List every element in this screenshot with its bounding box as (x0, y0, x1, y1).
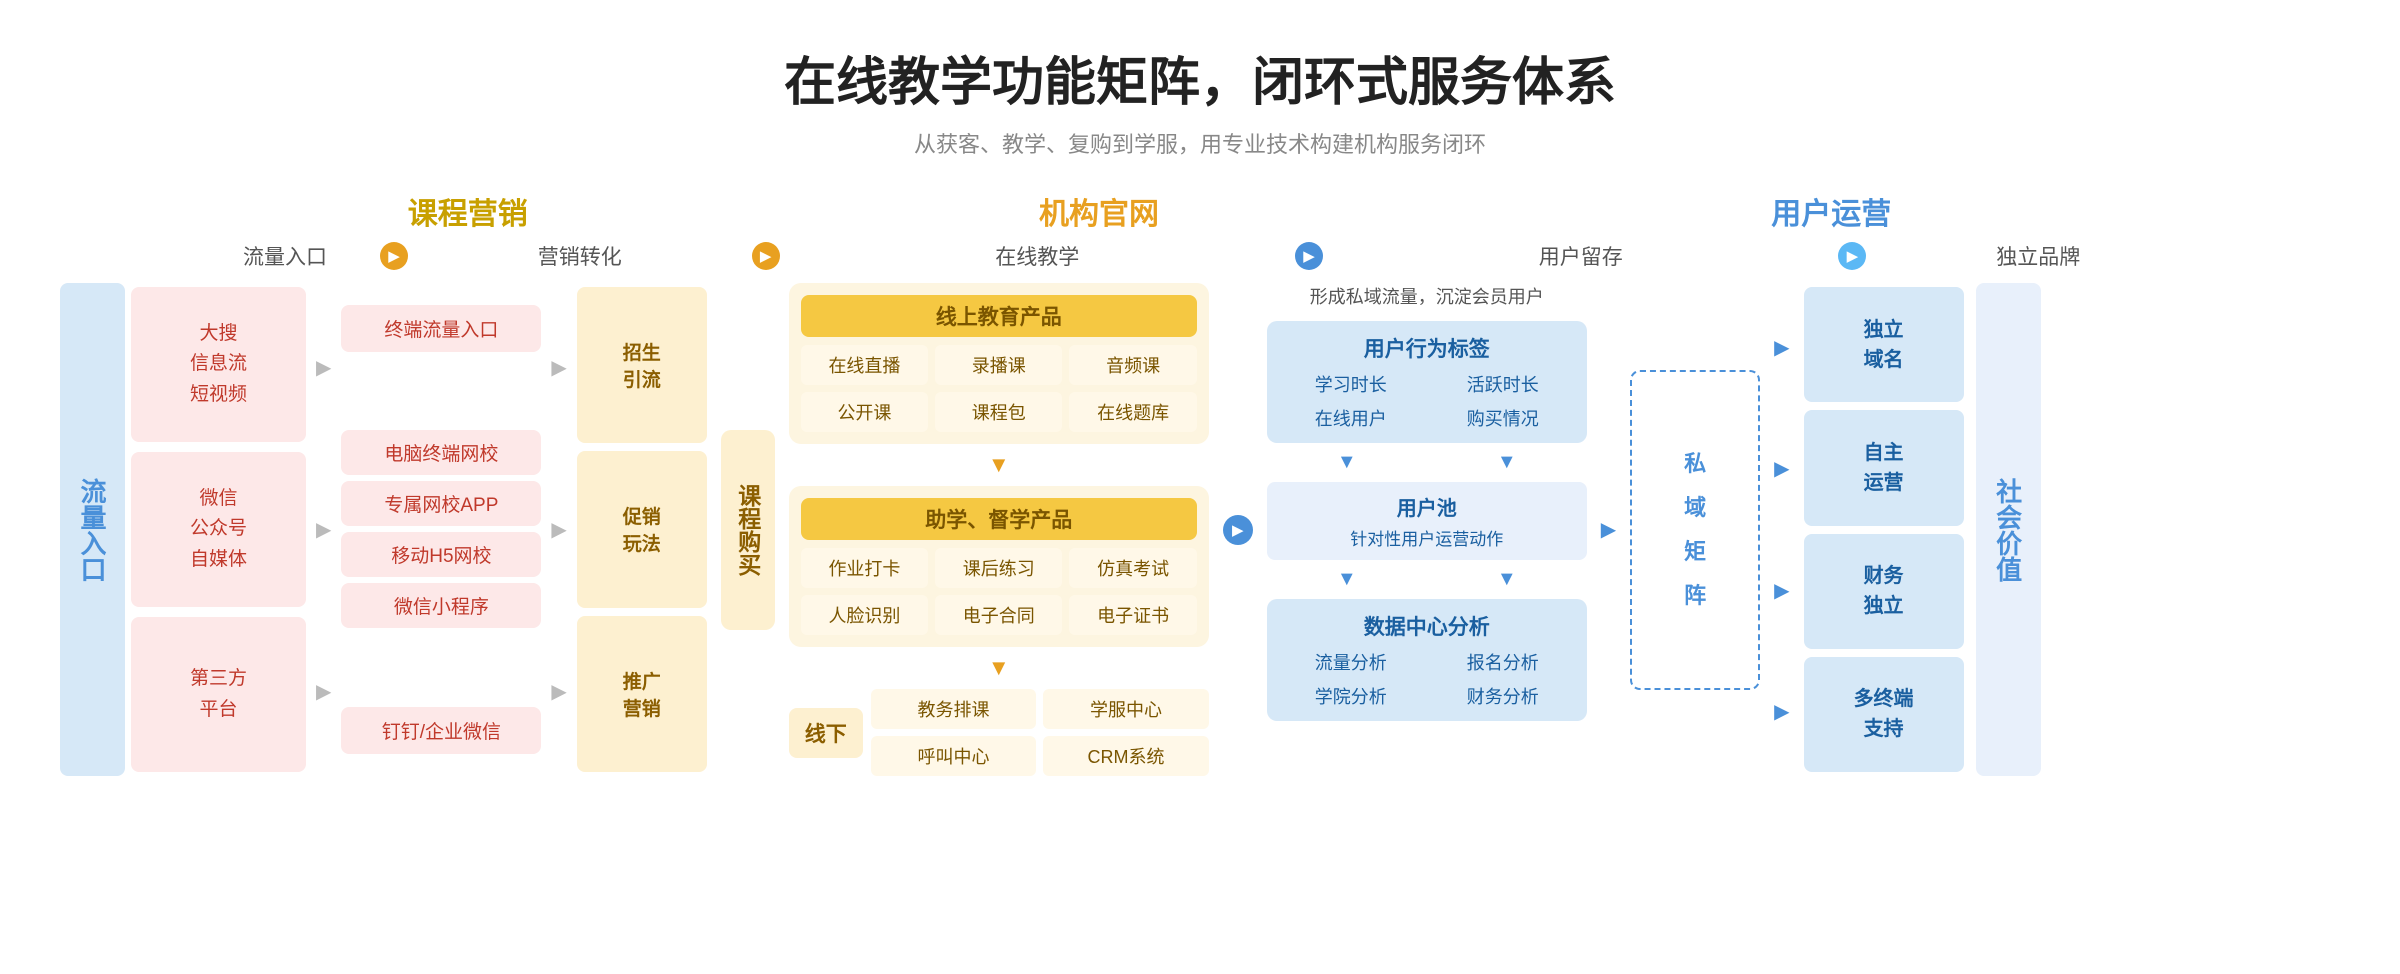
step-label-1: 流量入口 (190, 241, 380, 271)
behavior-item-4: 购买情况 (1431, 405, 1575, 431)
step-label-2: 营销转化 (408, 241, 752, 271)
promo-item-3: 推广营销 (577, 616, 707, 772)
online-edu-item-1: 在线直播 (801, 345, 928, 385)
down-arrows-pool: ▼▼ (1267, 568, 1587, 591)
study-item-1: 作业打卡 (801, 548, 928, 588)
study-item-2: 课后练习 (935, 548, 1062, 588)
marketing-to-promo-arrows: ▶ ▶ ▶ (547, 283, 570, 776)
step-arrow-2: ▶ (752, 242, 780, 270)
online-offline-col: 线上教育产品 在线直播 录播课 音频课 公开课 课程包 在线题库 ▼ 助学、督学… (789, 283, 1209, 776)
page-title: 在线教学功能矩阵，闭环式服务体系 (60, 40, 2340, 115)
online-to-user-arrow: ▶ (1215, 283, 1261, 776)
offline-item-3: 呼叫中心 (871, 736, 1037, 776)
online-edu-grid: 在线直播 录播课 音频课 公开课 课程包 在线题库 (801, 345, 1197, 432)
arrow-circle-blue: ▶ (1223, 515, 1253, 545)
offline-grid: 教务排课 学服中心 呼叫中心 CRM系统 (871, 689, 1209, 776)
private-to-brand-arrows: ▶ ▶ ▶ ▶ (1766, 283, 1797, 776)
down-arrows-behavior: ▼▼ (1267, 451, 1587, 474)
study-item-4: 人脸识别 (801, 595, 928, 635)
traffic-source-1: 大搜信息流短视频 (131, 287, 306, 442)
traffic-source-3: 第三方平台 (131, 617, 306, 772)
offline-item-1: 教务排课 (871, 689, 1037, 729)
user-behavior-title: 用户行为标签 (1279, 333, 1575, 363)
brand-col: 独立域名 自主运营 财务独立 多终端支持 (1804, 283, 1964, 776)
marketing-col: 终端流量入口 电脑终端网校 专属网校APP 移动H5网校 微信小程序 钉钉/企业… (341, 283, 541, 776)
page-subtitle: 从获客、教学、复购到学服，用专业技术构建机构服务闭环 (60, 127, 2340, 159)
page-header: 在线教学功能矩阵，闭环式服务体系 从获客、教学、复购到学服，用专业技术构建机构服… (60, 40, 2340, 159)
data-center-item-2: 报名分析 (1431, 649, 1575, 675)
brand-item-4: 多终端支持 (1804, 657, 1964, 772)
marketing-item-2: 电脑终端网校 (341, 430, 541, 475)
marketing-item-3: 专属网校APP (341, 481, 541, 526)
user-pool-desc: 针对性用户运营动作 (1277, 525, 1577, 550)
marketing-item-5: 微信小程序 (341, 583, 541, 628)
down-arrow-2: ▼ (789, 655, 1209, 681)
traffic-sources-col: 大搜信息流短视频 微信公众号自媒体 第三方平台 (131, 283, 306, 776)
step-arrow-1: ▶ (380, 242, 408, 270)
data-center-item-4: 财务分析 (1431, 683, 1575, 709)
private-domain-box: 私 域 矩 阵 (1630, 370, 1760, 690)
step-arrow-4: ▶ (1838, 242, 1866, 270)
online-edu-item-2: 录播课 (935, 345, 1062, 385)
user-to-private-arrow: ▶ (1593, 283, 1624, 776)
user-retain-col: 形成私域流量，沉淀会员用户 用户行为标签 学习时长 活跃时长 在线用户 购买情况… (1267, 283, 1587, 776)
study-item-5: 电子合同 (935, 595, 1062, 635)
right-vertical-label: 社会价值 (1976, 283, 2041, 776)
section-label-marketing: 课程营销 (190, 189, 746, 233)
promo-item-1: 招生引流 (577, 287, 707, 443)
study-products-title: 助学、督学产品 (801, 498, 1197, 540)
offline-row: 线下 教务排课 学服中心 呼叫中心 CRM系统 (789, 689, 1209, 776)
step-label-4: 用户留存 (1323, 241, 1838, 271)
behavior-item-1: 学习时长 (1279, 371, 1423, 397)
data-center-title: 数据中心分析 (1279, 611, 1575, 641)
step-label-3: 在线教学 (780, 241, 1295, 271)
step-label-5: 独立品牌 (1866, 241, 2210, 271)
promo-item-2: 促销玩法 (577, 451, 707, 607)
promo-col: 招生引流 促销玩法 推广营销 (577, 283, 707, 776)
study-item-3: 仿真考试 (1069, 548, 1196, 588)
behavior-item-3: 在线用户 (1279, 405, 1423, 431)
step-arrow-3: ▶ (1295, 242, 1323, 270)
data-center-item-1: 流量分析 (1279, 649, 1423, 675)
user-retain-intro: 形成私域流量，沉淀会员用户 (1267, 283, 1587, 309)
user-pool-label: 用户池 (1277, 492, 1577, 521)
data-center-grid: 流量分析 报名分析 学院分析 财务分析 (1279, 649, 1575, 709)
marketing-item-1: 终端流量入口 (341, 305, 541, 352)
section-label-official: 机构官网 (746, 189, 1453, 233)
section-label-user-ops: 用户运营 (1453, 189, 2211, 233)
online-edu-item-3: 音频课 (1069, 345, 1196, 385)
brand-item-1: 独立域名 (1804, 287, 1964, 402)
marketing-item-4: 移动H5网校 (341, 532, 541, 577)
offline-label: 线下 (789, 708, 863, 758)
study-products-box: 助学、督学产品 作业打卡 课后练习 仿真考试 人脸识别 电子合同 电子证书 (789, 486, 1209, 647)
course-buy-box: 课程购买 (721, 430, 775, 630)
traffic-source-2: 微信公众号自媒体 (131, 452, 306, 607)
user-behavior-box: 用户行为标签 学习时长 活跃时长 在线用户 购买情况 (1267, 321, 1587, 443)
user-behavior-grid: 学习时长 活跃时长 在线用户 购买情况 (1279, 371, 1575, 431)
online-edu-item-6: 在线题库 (1069, 392, 1196, 432)
online-edu-item-5: 课程包 (935, 392, 1062, 432)
behavior-item-2: 活跃时长 (1431, 371, 1575, 397)
online-edu-title: 线上教育产品 (801, 295, 1197, 337)
user-pool-box: 用户池 针对性用户运营动作 (1267, 482, 1587, 560)
brand-item-3: 财务独立 (1804, 534, 1964, 649)
private-domain-label: 私 (1684, 442, 1706, 486)
private-domain-col: 私 域 矩 阵 (1630, 283, 1760, 776)
left-vertical-label: 流量入口 (60, 283, 125, 776)
online-edu-item-4: 公开课 (801, 392, 928, 432)
down-arrow-1: ▼ (789, 452, 1209, 478)
brand-item-2: 自主运营 (1804, 410, 1964, 525)
traffic-to-marketing-arrows: ▶ ▶ ▶ (312, 283, 335, 776)
online-education-box: 线上教育产品 在线直播 录播课 音频课 公开课 课程包 在线题库 (789, 283, 1209, 444)
course-buy-connector: 课程购买 (713, 283, 783, 776)
study-products-grid: 作业打卡 课后练习 仿真考试 人脸识别 电子合同 电子证书 (801, 548, 1197, 635)
marketing-item-6: 钉钉/企业微信 (341, 707, 541, 754)
study-item-6: 电子证书 (1069, 595, 1196, 635)
data-center-item-3: 学院分析 (1279, 683, 1423, 709)
offline-item-4: CRM系统 (1043, 736, 1209, 776)
offline-item-2: 学服中心 (1043, 689, 1209, 729)
data-center-box: 数据中心分析 流量分析 报名分析 学院分析 财务分析 (1267, 599, 1587, 721)
